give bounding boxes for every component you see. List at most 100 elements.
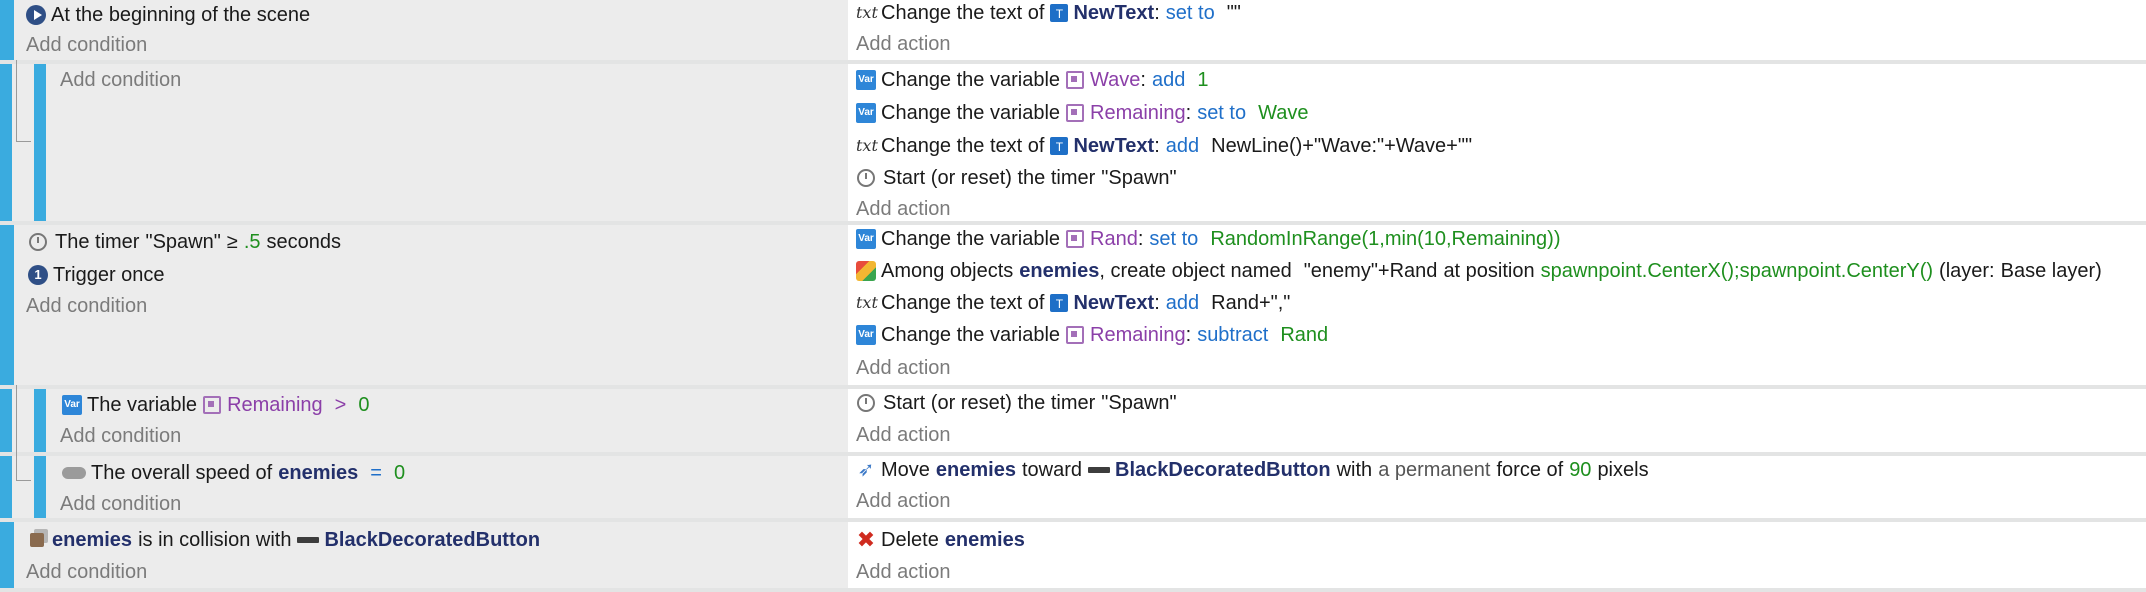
layer-label: (layer: bbox=[1939, 260, 1995, 282]
variable-icon: Var bbox=[856, 325, 876, 345]
add-action-link[interactable]: Add action bbox=[856, 556, 951, 588]
variable-name: Rand bbox=[1090, 228, 1138, 250]
unit: pixels bbox=[1597, 459, 1649, 481]
value: 0 bbox=[358, 394, 370, 416]
condition-row[interactable]: Var The variable Remaining > 0 bbox=[62, 389, 369, 421]
action-row[interactable]: Var Change the variable Remaining: subtr… bbox=[856, 319, 1328, 351]
action-row[interactable]: txt Change the text of T NewText: add Ne… bbox=[856, 130, 1472, 162]
variable-name: Remaining bbox=[227, 394, 323, 416]
condition-row[interactable]: 1 Trigger once bbox=[28, 259, 165, 291]
condition-row[interactable]: enemies is in collision with BlackDecora… bbox=[30, 524, 540, 556]
condition-text: The timer bbox=[55, 231, 140, 253]
value: "Spawn" bbox=[1101, 392, 1177, 414]
text-icon: txt bbox=[856, 3, 878, 22]
action-row[interactable]: ✖ Delete enemies bbox=[856, 524, 1025, 556]
action-row[interactable]: Among objects enemies , create object na… bbox=[856, 255, 2102, 287]
colon: : bbox=[1154, 2, 1160, 24]
action-text: Change the text of bbox=[881, 2, 1045, 24]
action-row[interactable]: Var Change the variable Remaining: set t… bbox=[856, 97, 1309, 129]
action-text: Change the text of bbox=[881, 292, 1045, 314]
scene-variable-icon bbox=[203, 396, 222, 414]
object-name-expression: "enemy"+Rand bbox=[1303, 260, 1438, 282]
text-icon: txt bbox=[856, 136, 878, 155]
add-condition-link[interactable]: Add condition bbox=[26, 556, 147, 588]
collision-icon bbox=[30, 533, 44, 547]
value: NewLine()+"Wave:"+Wave+"" bbox=[1211, 135, 1473, 157]
action-row[interactable]: txt Change the text of T NewText: set to… bbox=[856, 0, 1241, 29]
condition-row[interactable]: The timer "Spawn" ≥ .5 seconds bbox=[28, 226, 341, 258]
action-text: at position bbox=[1443, 260, 1535, 282]
action-row[interactable]: Start (or reset) the timer "Spawn" bbox=[856, 162, 1177, 194]
object-name: enemies bbox=[944, 529, 1025, 551]
layer-name: Base layer) bbox=[2000, 260, 2102, 282]
action-text: Change the text of bbox=[881, 135, 1045, 157]
colon: : bbox=[1140, 69, 1146, 91]
button-bar-icon bbox=[1088, 467, 1110, 473]
object-name: enemies bbox=[278, 462, 359, 484]
scene-variable-icon bbox=[1066, 326, 1085, 344]
condition-text: At the beginning of the scene bbox=[51, 4, 311, 26]
sub-event-block[interactable]: Var The variable Remaining > 0 Add condi… bbox=[0, 385, 2146, 457]
event-drag-handle[interactable] bbox=[0, 225, 14, 385]
actions-panel[interactable] bbox=[848, 522, 2146, 588]
event-block[interactable]: enemies is in collision with BlackDecora… bbox=[0, 522, 2146, 588]
sub-event-block[interactable]: Add condition Var Change the variable Wa… bbox=[0, 60, 2146, 221]
action-text: Change the variable bbox=[881, 228, 1061, 250]
condition-row[interactable]: The overall speed of enemies = 0 bbox=[62, 457, 405, 489]
sprite-icon: T bbox=[1050, 4, 1069, 22]
action-row[interactable]: ➶ Move enemies toward BlackDecoratedButt… bbox=[856, 454, 1649, 486]
timer-icon bbox=[29, 233, 47, 251]
add-action-link[interactable]: Add action bbox=[856, 28, 951, 60]
operator: add bbox=[1151, 69, 1186, 91]
variable-icon: Var bbox=[856, 229, 876, 249]
event-drag-handle[interactable] bbox=[34, 64, 46, 221]
action-row[interactable]: txt Change the text of T NewText: add Ra… bbox=[856, 287, 1290, 319]
event-drag-handle[interactable] bbox=[34, 389, 46, 452]
action-text: Change the variable bbox=[881, 324, 1061, 346]
object-name: NewText bbox=[1073, 292, 1155, 314]
add-condition-link[interactable]: Add condition bbox=[60, 488, 181, 520]
operator: set to bbox=[1165, 2, 1215, 24]
condition-row[interactable]: At the beginning of the scene bbox=[26, 0, 310, 31]
operator: set to bbox=[1197, 102, 1247, 124]
value: "Spawn" bbox=[1101, 167, 1177, 189]
add-condition-link[interactable]: Add condition bbox=[60, 420, 181, 452]
value: Wave bbox=[1258, 102, 1309, 124]
event-separator bbox=[0, 588, 2146, 592]
action-row[interactable]: Var Change the variable Wave: add 1 bbox=[856, 64, 1208, 96]
action-text: Delete bbox=[881, 529, 939, 551]
event-drag-handle[interactable] bbox=[34, 456, 46, 518]
object-name: enemies bbox=[1019, 260, 1100, 282]
action-text: , create object named bbox=[1099, 260, 1292, 282]
add-condition-link[interactable]: Add condition bbox=[26, 290, 147, 322]
event-block[interactable]: At the beginning of the scene Add condit… bbox=[0, 0, 2146, 60]
condition-text: The overall speed of bbox=[91, 462, 273, 484]
event-drag-handle[interactable] bbox=[0, 522, 14, 588]
add-action-link[interactable]: Add action bbox=[856, 419, 951, 451]
tree-connector bbox=[16, 60, 31, 142]
delete-icon: ✖ bbox=[856, 527, 876, 552]
action-text: with bbox=[1336, 459, 1373, 481]
operator: = bbox=[370, 462, 382, 484]
colon: : bbox=[1185, 102, 1192, 124]
condition-text: is in collision with bbox=[138, 529, 292, 551]
add-action-link[interactable]: Add action bbox=[856, 485, 951, 517]
colon: : bbox=[1185, 324, 1192, 346]
parent-event-bar bbox=[0, 389, 12, 452]
add-action-link[interactable]: Add action bbox=[856, 352, 951, 384]
value: RandomInRange(1,min(10,Remaining)) bbox=[1210, 228, 1561, 250]
object-name: NewText bbox=[1073, 2, 1155, 24]
event-block[interactable]: The timer "Spawn" ≥ .5 seconds 1 Trigger… bbox=[0, 225, 2146, 385]
add-condition-link[interactable]: Add condition bbox=[60, 64, 181, 96]
event-drag-handle[interactable] bbox=[0, 0, 14, 60]
variable-name: Remaining bbox=[1090, 102, 1186, 124]
add-condition-link[interactable]: Add condition bbox=[26, 29, 147, 61]
sub-event-block[interactable]: The overall speed of enemies = 0 Add con… bbox=[0, 452, 2146, 520]
action-text: Change the variable bbox=[881, 102, 1061, 124]
speed-icon bbox=[62, 467, 86, 479]
parent-event-bar bbox=[0, 64, 12, 221]
timer-icon bbox=[857, 394, 875, 412]
object-name: enemies bbox=[935, 459, 1016, 481]
action-row[interactable]: Start (or reset) the timer "Spawn" bbox=[856, 387, 1177, 419]
action-row[interactable]: Var Change the variable Rand: set to Ran… bbox=[856, 223, 1560, 255]
